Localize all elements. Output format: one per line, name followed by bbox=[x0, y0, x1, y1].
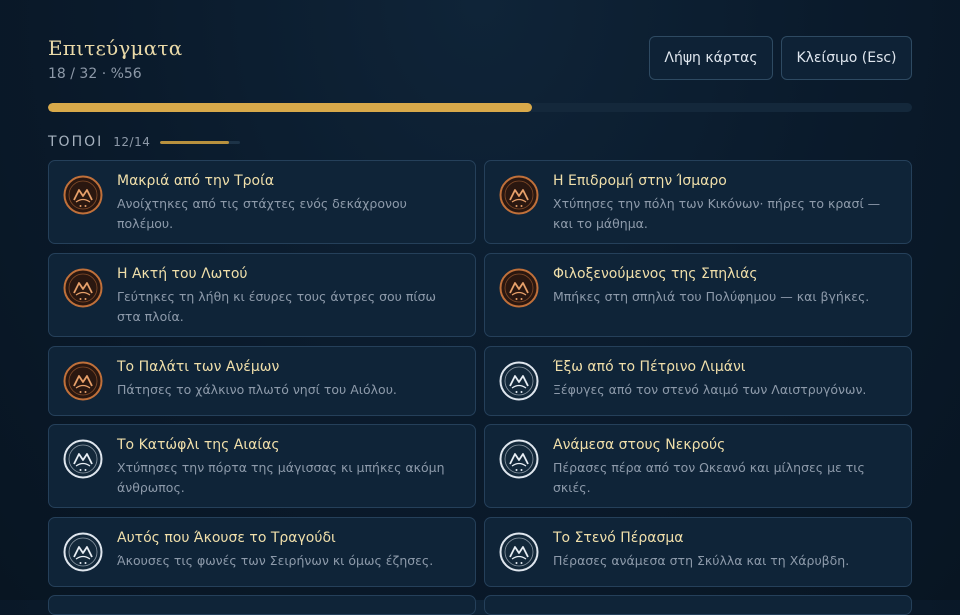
achievement-description: Χτύπησες την πόλη των Κικόνων· πήρες το … bbox=[553, 196, 881, 231]
achievement-description: Γεύτηκες τη λήθη κι έσυρες τους άντρες σ… bbox=[117, 289, 436, 324]
achievement-title: Αυτός που Άκουσε το Τραγούδι bbox=[117, 530, 336, 546]
achievement-title: Φιλοξενούμενος της Σπηλιάς bbox=[553, 266, 758, 282]
achievement-title: Η Ακτή του Λωτού bbox=[117, 266, 248, 282]
achievement-card: Το Στενό Πέρασμα Πέρασες ανάμεσα στη Σκύ… bbox=[484, 517, 912, 587]
achievement-card: Αυτός που Άκουσε το Τραγούδι Άκουσες τις… bbox=[48, 517, 476, 587]
achievement-description: Πάτησες το χάλκινο πλωτό νησί του Αιόλου… bbox=[117, 382, 397, 397]
laurel-badge-icon bbox=[63, 175, 103, 215]
achievement-title: Το Κατώφλι της Αιαίας bbox=[117, 437, 280, 453]
achievement-card: Το Παλάτι των Ανέμων Πάτησες το χάλκινο … bbox=[48, 346, 476, 416]
achievement-description: Πέρασες ανάμεσα στη Σκύλλα και τη Χάρυβδ… bbox=[553, 553, 850, 568]
laurel-badge-icon bbox=[499, 268, 539, 308]
download-card-button[interactable]: Λήψη κάρτας bbox=[649, 36, 773, 80]
achievement-card: Η Ακτή του Λωτού Γεύτηκες τη λήθη κι έσυ… bbox=[48, 253, 476, 337]
achievement-card: Η Επιδρομή στην Ίσμαρο Χτύπησες την πόλη… bbox=[484, 160, 912, 244]
achievement-description: Πέρασες πέρα από τον Ωκεανό και μίλησες … bbox=[553, 460, 865, 495]
achievement-card: Το Κατώφλι της Αιαίας Χτύπησες την πόρτα… bbox=[48, 424, 476, 508]
achievement-title: Ανάμεσα στους Νεκρούς bbox=[553, 437, 726, 453]
achievement-description: Μπήκες στη σπηλιά του Πολύφημου — και βγ… bbox=[553, 289, 870, 304]
section-progress-fill bbox=[160, 140, 229, 144]
progress-stats: 18 / 32 · %56 bbox=[48, 66, 142, 82]
achievement-description: Ανοίχτηκες από τις στάχτες ενός δεκάχρον… bbox=[117, 196, 407, 231]
laurel-badge-icon bbox=[63, 439, 103, 479]
overall-progress-fill bbox=[48, 103, 532, 112]
section-count: 12/14 bbox=[113, 135, 151, 149]
section-header: ΤΟΠΟΙ 12/14 bbox=[48, 133, 241, 151]
achievement-description: Χτύπησες την πόρτα της μάγισσας κι μπήκε… bbox=[117, 460, 445, 495]
close-button[interactable]: Κλείσιμο (Esc) bbox=[781, 36, 912, 80]
laurel-badge-icon bbox=[499, 532, 539, 572]
achievement-card: Φιλοξενούμενος της Σπηλιάς Μπήκες στη σπ… bbox=[484, 253, 912, 337]
laurel-badge-icon bbox=[499, 439, 539, 479]
achievement-card bbox=[484, 595, 912, 615]
achievement-title: Έξω από το Πέτρινο Λιμάνι bbox=[553, 359, 746, 375]
achievement-card: Ανάμεσα στους Νεκρούς Πέρασες πέρα από τ… bbox=[484, 424, 912, 508]
section-progress-bar bbox=[160, 140, 241, 144]
achievement-description: Άκουσες τις φωνές των Σειρήνων κι όμως έ… bbox=[117, 553, 434, 568]
achievement-card: Μακριά από την Τροία Ανοίχτηκες από τις … bbox=[48, 160, 476, 244]
achievement-title: Το Παλάτι των Ανέμων bbox=[117, 359, 280, 375]
overall-progress-bar bbox=[48, 103, 912, 112]
laurel-badge-icon bbox=[499, 175, 539, 215]
achievement-title: Μακριά από την Τροία bbox=[117, 173, 275, 189]
laurel-badge-icon bbox=[63, 532, 103, 572]
laurel-badge-icon bbox=[63, 268, 103, 308]
section-name: ΤΟΠΟΙ bbox=[48, 134, 104, 150]
achievement-card: Έξω από το Πέτρινο Λιμάνι Ξέφυγες από το… bbox=[484, 346, 912, 416]
achievement-title: Η Επιδρομή στην Ίσμαρο bbox=[553, 173, 727, 189]
laurel-badge-icon bbox=[63, 361, 103, 401]
achievement-card bbox=[48, 595, 476, 615]
achievement-title: Το Στενό Πέρασμα bbox=[553, 530, 684, 546]
achievement-description: Ξέφυγες από τον στενό λαιμό των Λαιστρυγ… bbox=[553, 382, 867, 397]
page-title: Επιτεύγματα bbox=[48, 36, 183, 60]
laurel-badge-icon bbox=[499, 361, 539, 401]
